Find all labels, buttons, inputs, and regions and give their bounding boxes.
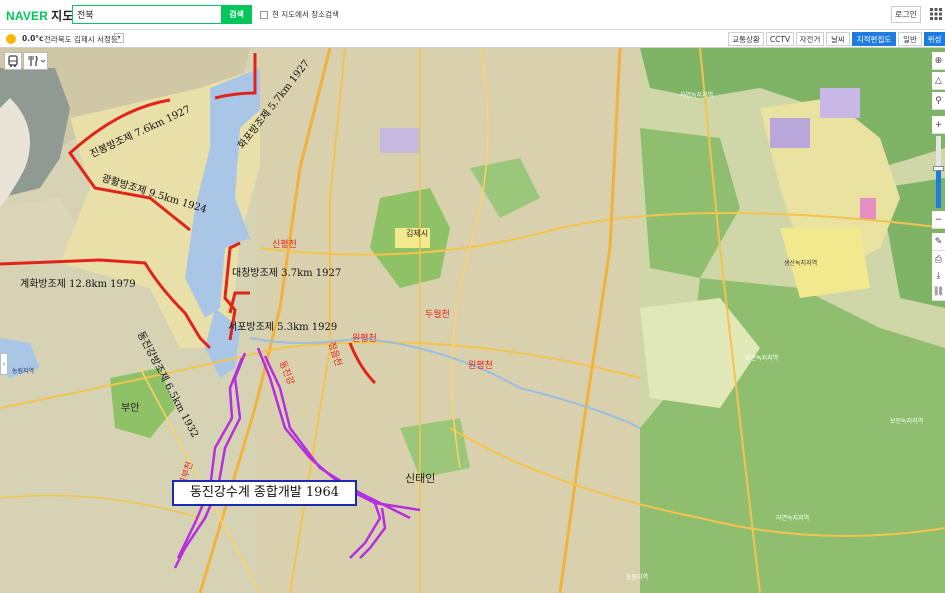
zoom-slider-fill	[936, 168, 941, 208]
locate-icon[interactable]: ⊕	[932, 52, 945, 70]
annotation-seopo-dike: 서포방조제 5.3km 1929	[228, 322, 338, 333]
fork-knife-icon	[28, 55, 46, 66]
map-canvas[interactable]: 진봉방조제 7.6km 1927 화포방조제 5.7km 1927 광활방조제 …	[0, 48, 945, 593]
landuse-label-7: 보전녹지지역	[890, 418, 924, 425]
temperature: 0.0°c	[22, 34, 44, 43]
current-location: 전라북도 김제시 서정동	[44, 35, 118, 44]
town-label-sintaein: 신태인	[405, 472, 436, 485]
landuse-label-3: 자연녹지지역	[776, 515, 810, 522]
naver-map-logo[interactable]: NAVER 지도	[6, 7, 74, 24]
sun-icon	[6, 34, 16, 44]
maptype-weather[interactable]: 날씨	[826, 32, 850, 46]
zoom-in-button[interactable]: +	[932, 116, 945, 134]
maptype-cctv[interactable]: CCTV	[766, 32, 794, 46]
nearby-checkbox[interactable]	[260, 10, 268, 19]
location-dropdown-icon[interactable]: ▾	[114, 33, 124, 43]
sub-bar: 0.0°c 전라북도 김제시 서정동 ▾ 교통상황 CCTV 자전거 날씨 지적…	[0, 30, 945, 48]
street-view-icon[interactable]: ⚲	[932, 92, 945, 110]
bus-icon	[8, 55, 18, 67]
river-label-sinpyeong: 신평천	[272, 240, 297, 250]
ruler-icon[interactable]: ✎	[932, 233, 945, 251]
maptype-satellite[interactable]: 위성	[924, 32, 945, 46]
annotation-daechang-dike: 대창방조제 3.7km 1927	[232, 268, 342, 279]
dongjin-development-label: 동진강수계 종합개발 1964	[172, 480, 357, 506]
transit-button[interactable]	[4, 52, 22, 70]
apps-grid-icon[interactable]	[930, 8, 942, 20]
zoom-slider-handle[interactable]	[933, 166, 944, 171]
link-icon[interactable]: ⛓	[932, 283, 945, 301]
landuse-label-4: 농림지역	[12, 368, 35, 375]
logo-brand: NAVER	[6, 9, 49, 23]
top-bar: NAVER지도 검색 현 지도에서 장소검색 로그인	[0, 0, 945, 30]
maptype-bicycle[interactable]: 자전거	[796, 32, 824, 46]
landuse-label-2: 보전녹지지역	[745, 355, 779, 362]
annotation-gyehwa-dike: 계화방조제 12.8km 1979	[20, 279, 136, 290]
river-label-wonpyeong-1: 원평천	[352, 334, 377, 344]
distance-icon[interactable]: △	[932, 72, 945, 90]
search-input[interactable]	[72, 5, 222, 24]
landuse-label-6: 생산녹지지역	[784, 260, 818, 267]
nearby-search-toggle[interactable]: 현 지도에서 장소검색	[260, 9, 339, 20]
landuse-label-1: 자연녹지지역	[680, 92, 714, 99]
search-button[interactable]: 검색	[221, 5, 252, 24]
login-button[interactable]: 로그인	[891, 6, 921, 23]
panel-expand-handle[interactable]: ›	[0, 353, 8, 375]
town-label-gimje: 김제시	[406, 229, 429, 238]
logo-product: 지도	[51, 9, 74, 23]
maptype-cadastral[interactable]: 지적편집도	[852, 32, 896, 46]
nearby-checkbox-label: 현 지도에서 장소검색	[272, 10, 339, 19]
river-label-wonpyeong-2: 원평천	[468, 361, 493, 371]
maptype-general[interactable]: 일반	[898, 32, 922, 46]
town-label-buan: 부안	[121, 403, 140, 414]
zoom-out-button[interactable]: −	[932, 211, 945, 229]
restaurant-button[interactable]	[23, 52, 48, 70]
river-label-duwol: 두월천	[425, 310, 450, 320]
landuse-label-5: 농림지역	[626, 574, 649, 581]
maptype-traffic[interactable]: 교통상황	[728, 32, 764, 46]
